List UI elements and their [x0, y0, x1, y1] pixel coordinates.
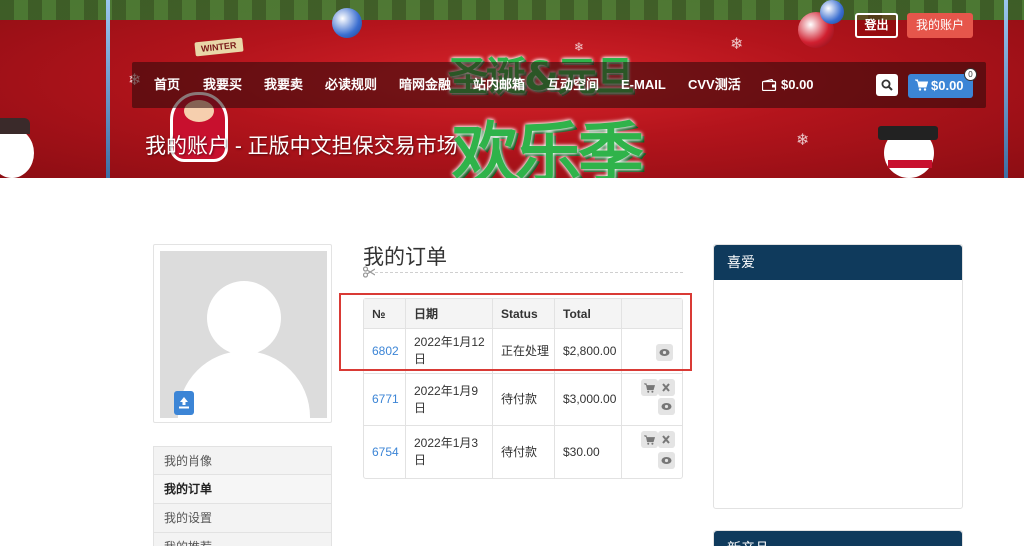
- main-navbar: 首页 我要买 我要卖 必读规则 暗网金融 站内邮箱 互动空间 E-MAIL CV…: [132, 62, 986, 108]
- heading-divider: [375, 272, 683, 273]
- nav-item-space[interactable]: 互动空间: [547, 62, 599, 108]
- snowflake-icon: ❄: [796, 132, 810, 149]
- cart-icon: [644, 435, 655, 445]
- favorites-widget: 喜爱: [713, 244, 963, 509]
- wallet-icon: [761, 78, 777, 92]
- view-order-button[interactable]: [658, 398, 675, 415]
- snowman-hat-illustration: [878, 126, 938, 140]
- nav-item-mailbox[interactable]: 站内邮箱: [473, 62, 525, 108]
- cancel-order-button[interactable]: [658, 379, 675, 396]
- order-total: $30.00: [555, 426, 622, 478]
- cart-amount: $0.00: [931, 78, 964, 93]
- nav-item-sell[interactable]: 我要卖: [264, 62, 303, 108]
- snowman-left-illustration: [0, 128, 34, 178]
- cart-count-badge: 0: [964, 68, 977, 81]
- cancel-order-button[interactable]: [658, 431, 675, 448]
- eye-icon: [661, 403, 672, 410]
- favorites-widget-title: 喜爱: [714, 245, 962, 280]
- avatar: [160, 251, 327, 418]
- sidebar-item-orders[interactable]: 我的订单: [153, 475, 332, 504]
- ornament-icon: [820, 0, 844, 24]
- cart-button[interactable]: $0.00: [908, 74, 973, 98]
- cart-icon: [915, 79, 929, 91]
- table-row: 6771 2022年1月9 日 待付款 $3,000.00: [364, 374, 682, 426]
- my-account-button[interactable]: 我的账户: [907, 13, 973, 38]
- ornament-icon: [332, 8, 362, 38]
- new-products-widget-title: 新产品: [714, 531, 962, 546]
- order-status: 待付款: [493, 426, 555, 478]
- order-number-link[interactable]: 6771: [372, 392, 399, 406]
- upload-avatar-button[interactable]: [174, 391, 194, 415]
- nav-item-rules[interactable]: 必读规则: [325, 62, 377, 108]
- eye-icon: [661, 457, 672, 464]
- nav-item-cvv[interactable]: CVV测活: [688, 62, 741, 108]
- close-icon: [662, 383, 670, 392]
- order-status: 待付款: [493, 374, 555, 426]
- view-order-button[interactable]: [658, 452, 675, 469]
- close-icon: [662, 435, 670, 444]
- nav-item-buy[interactable]: 我要买: [203, 62, 242, 108]
- winter-sign: WINTER: [194, 37, 244, 57]
- order-total: $3,000.00: [555, 374, 622, 426]
- scissors-icon: [363, 266, 375, 278]
- pay-order-button[interactable]: [641, 379, 658, 396]
- avatar-placeholder-head: [207, 281, 281, 355]
- banner-promo-main: 欢乐季: [452, 115, 644, 178]
- snowman-scarf-illustration: [888, 160, 932, 168]
- nav-item-home[interactable]: 首页: [154, 62, 180, 108]
- pay-order-button[interactable]: [641, 431, 658, 448]
- order-actions: [622, 426, 682, 478]
- search-icon: [881, 79, 893, 91]
- wallet-amount: $0.00: [781, 77, 814, 92]
- snowflake-icon: ❄: [730, 36, 744, 53]
- order-date: 2022年1月9 日: [406, 374, 493, 426]
- snowman-hat-illustration: [0, 118, 30, 134]
- wallet-balance[interactable]: $0.00: [761, 62, 814, 108]
- orders-heading: 我的订单: [363, 246, 447, 269]
- table-row: 6754 2022年1月3 日 待付款 $30.00: [364, 426, 682, 478]
- cart-icon: [644, 383, 655, 393]
- new-products-widget: 新产品: [713, 530, 963, 546]
- order-number-link[interactable]: 6754: [372, 445, 399, 459]
- avatar-card: [153, 244, 332, 423]
- search-button[interactable]: [876, 74, 898, 96]
- upload-icon: [179, 397, 189, 409]
- logout-button[interactable]: 登出: [855, 13, 898, 38]
- nav-item-email[interactable]: E-MAIL: [621, 62, 666, 108]
- banner-frame-left: [106, 0, 110, 178]
- banner-frame-right: [1004, 0, 1008, 178]
- order-actions: [622, 374, 682, 426]
- sidebar-item-referrals[interactable]: 我的推荐: [153, 533, 332, 546]
- order-date: 2022年1月3 日: [406, 426, 493, 478]
- sidebar-item-avatar[interactable]: 我的肖像: [153, 446, 332, 475]
- avatar-placeholder-body: [178, 351, 310, 418]
- header-banner: ❄ ❄ ❄ ❄ WINTER 圣诞&元旦 欢乐季 登出 我的账户 首页 我要买 …: [0, 0, 1024, 178]
- page-title: 我的账户 - 正版中文担保交易市场: [145, 135, 458, 158]
- account-sidebar-menu: 我的肖像 我的订单 我的设置 我的推荐: [153, 446, 332, 546]
- highlight-annotation-box: [339, 293, 692, 371]
- sidebar-item-settings[interactable]: 我的设置: [153, 504, 332, 533]
- nav-item-finance[interactable]: 暗网金融: [399, 62, 451, 108]
